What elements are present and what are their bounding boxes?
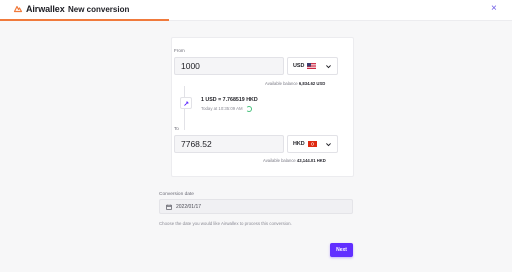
swap-arrows-icon xyxy=(183,101,188,106)
conversion-date-input[interactable]: 2022/01/17 xyxy=(159,199,353,214)
from-available-label: Available balance xyxy=(265,81,298,86)
from-amount-input[interactable]: 1000 xyxy=(174,57,284,75)
to-amount-input[interactable]: 7768.52 xyxy=(174,135,284,153)
chevron-down-icon xyxy=(326,65,331,69)
from-label: From xyxy=(174,48,185,53)
to-currency-select[interactable]: HKD xyxy=(287,135,338,153)
next-button[interactable]: Next xyxy=(330,243,353,257)
calendar-icon xyxy=(166,204,172,210)
progress-bar xyxy=(0,19,169,21)
from-amount-value: 1000 xyxy=(181,61,200,71)
to-available-balance: Available balance 43,144.01 HKD xyxy=(263,158,326,163)
conversion-date-help: Choose the date you would like Airwallex… xyxy=(159,221,292,226)
top-bar: Airwallex New conversion × xyxy=(0,0,512,21)
to-amount-value: 7768.52 xyxy=(181,139,212,149)
us-flag-icon xyxy=(307,63,317,69)
brand: Airwallex xyxy=(13,4,65,14)
conversion-date-value: 2022/01/17 xyxy=(176,203,202,210)
from-available-balance: Available balance 6,834.62 USD xyxy=(265,81,325,86)
exchange-rate: 1 USD = 7.768519 HKD xyxy=(201,97,258,103)
refresh-timer-icon xyxy=(245,106,252,112)
page-title: New conversion xyxy=(68,5,130,14)
close-icon[interactable]: × xyxy=(491,3,497,15)
to-currency-code: HKD xyxy=(293,141,305,147)
airwallex-logo-icon xyxy=(13,5,23,13)
to-available-value: 43,144.01 HKD xyxy=(296,158,326,163)
to-label: To xyxy=(174,126,179,131)
from-currency-select[interactable]: USD xyxy=(287,57,338,75)
conversion-date-label: Conversion date xyxy=(159,192,194,197)
rate-time-text: Today at 10:35:09 AM xyxy=(201,106,243,112)
to-available-label: Available balance xyxy=(263,158,296,163)
chevron-down-icon xyxy=(326,143,331,147)
rate-timestamp: Today at 10:35:09 AM xyxy=(201,106,252,112)
from-currency-code: USD xyxy=(293,63,305,69)
hk-flag-icon xyxy=(307,141,317,147)
from-available-value: 6,834.62 USD xyxy=(298,81,326,86)
brand-name: Airwallex xyxy=(26,4,65,14)
swap-icon[interactable] xyxy=(180,97,192,109)
